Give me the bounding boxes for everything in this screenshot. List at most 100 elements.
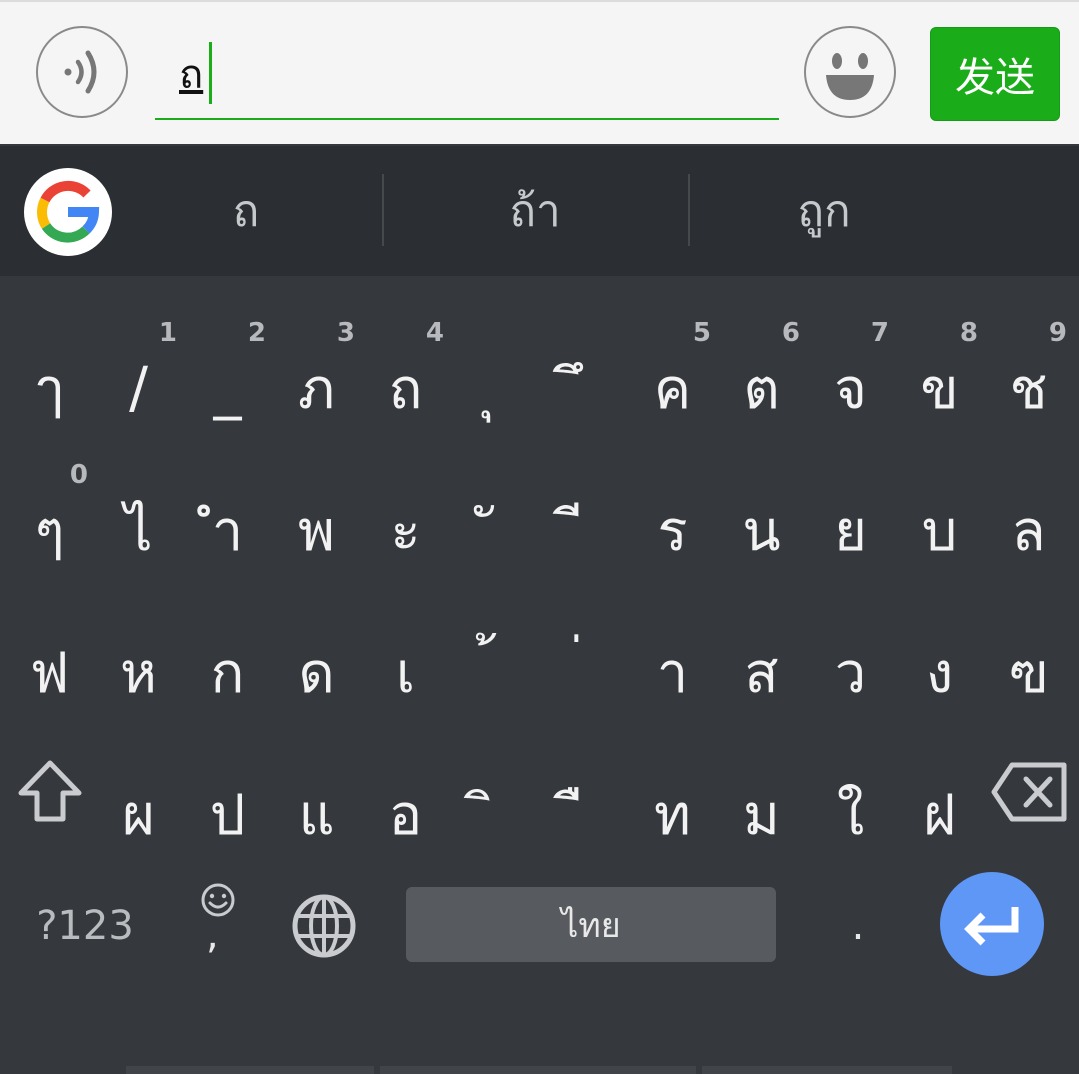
period-key[interactable]: .	[820, 876, 896, 976]
key-hint: 2	[247, 318, 266, 348]
key[interactable]: ใ	[806, 740, 895, 860]
key[interactable]: ๆ0	[5, 456, 94, 576]
key-char: ฃ	[1008, 640, 1049, 706]
chat-input-bar: ถ 发送	[0, 0, 1079, 144]
key-char: ข	[920, 356, 959, 422]
key[interactable]: ก	[183, 598, 272, 718]
key[interactable]: ว	[806, 598, 895, 718]
key[interactable]: จ7	[806, 314, 895, 434]
key-char: ว	[834, 640, 867, 706]
key[interactable]: ค5	[628, 314, 717, 434]
key-char: ๅ	[35, 356, 64, 422]
shift-key[interactable]	[5, 732, 94, 852]
backspace-key[interactable]	[985, 732, 1074, 852]
key[interactable]: ิ	[450, 740, 539, 860]
key[interactable]: ม	[717, 740, 806, 860]
key-char: ฟ	[29, 640, 70, 706]
virtual-keyboard: ๅ/1_2ภ3ถ4ุึค5ต6จ7ข8ช9 ๆ0ไำพะัีรนยบล ฟหกด…	[0, 276, 1079, 1074]
key[interactable]: ด	[272, 598, 361, 718]
key[interactable]: ่	[539, 598, 628, 718]
key[interactable]: _ 2	[183, 314, 272, 434]
key[interactable]: ถ4	[361, 314, 450, 434]
key[interactable]: ั	[450, 456, 539, 576]
voice-input-button[interactable]	[36, 26, 128, 118]
key[interactable]: /1	[94, 314, 183, 434]
key[interactable]: ฟ	[5, 598, 94, 718]
emoji-button[interactable]	[804, 26, 896, 118]
key[interactable]: อ	[361, 740, 450, 860]
key[interactable]: ุ	[450, 314, 539, 434]
key-char: า	[656, 640, 689, 706]
key-hint: 7	[870, 318, 889, 348]
key-char: ไ	[124, 498, 153, 564]
key[interactable]: ต6	[717, 314, 806, 434]
key[interactable]: ะ	[361, 456, 450, 576]
space-key[interactable]: ไทย	[406, 887, 776, 962]
message-input-text: ถ	[179, 52, 204, 98]
key[interactable]: ร	[628, 456, 717, 576]
key-hint: 0	[69, 460, 88, 490]
key[interactable]: ง	[895, 598, 984, 718]
key-hint: 4	[425, 318, 444, 348]
google-logo-button[interactable]	[24, 168, 112, 256]
key[interactable]: ช9	[984, 314, 1073, 434]
key[interactable]: ป	[183, 740, 272, 860]
language-switch-key[interactable]	[280, 876, 368, 976]
key[interactable]: ไ	[94, 456, 183, 576]
key[interactable]: ื	[539, 740, 628, 860]
key-char: _	[213, 355, 242, 421]
suggestion-item[interactable]: ถ	[112, 146, 380, 276]
key[interactable]: ำ	[183, 456, 272, 576]
key[interactable]: า	[628, 598, 717, 718]
key-char: ป	[209, 782, 246, 848]
key-char: อ	[388, 782, 423, 848]
symbols-key[interactable]: ?123	[20, 876, 150, 976]
enter-key[interactable]	[940, 872, 1044, 976]
google-g-icon	[37, 180, 100, 243]
key-char: ภ	[298, 356, 335, 422]
key[interactable]: บ	[895, 456, 984, 576]
key[interactable]: ้	[450, 598, 539, 718]
key[interactable]: ๅ	[5, 314, 94, 434]
globe-icon	[292, 894, 356, 958]
nav-segment	[126, 1066, 374, 1074]
key-char: ค	[653, 356, 692, 422]
key-char: แ	[298, 782, 335, 848]
key[interactable]: ฃ	[984, 598, 1073, 718]
key-char: ย	[834, 498, 867, 564]
key-char: ำ	[211, 498, 244, 564]
key[interactable]: เ	[361, 598, 450, 718]
key[interactable]: ล	[984, 456, 1073, 576]
key[interactable]: ฝ	[895, 740, 984, 860]
key-hint: 1	[158, 318, 177, 348]
key[interactable]: ึ	[539, 314, 628, 434]
key-char: ด	[298, 640, 335, 706]
key[interactable]: ห	[94, 598, 183, 718]
key[interactable]: ข8	[895, 314, 984, 434]
key[interactable]: ผ	[94, 740, 183, 860]
key-char: น	[742, 498, 781, 564]
key[interactable]: ี	[539, 456, 628, 576]
smiley-face-icon	[826, 53, 874, 100]
suggestion-item[interactable]: ถูก	[690, 146, 958, 276]
key-char: ห	[120, 640, 157, 706]
send-button[interactable]: 发送	[930, 27, 1060, 121]
emoji-comma-key[interactable]: ,	[180, 866, 256, 976]
key[interactable]: ส	[717, 598, 806, 718]
key[interactable]: พ	[272, 456, 361, 576]
key-char: ฝ	[923, 782, 956, 848]
key[interactable]: ย	[806, 456, 895, 576]
key-char: ก	[210, 640, 245, 706]
message-input[interactable]: ถ	[155, 32, 779, 120]
key-char: พ	[298, 498, 335, 564]
key-char: ล	[1011, 498, 1046, 564]
key-char: เ	[395, 640, 416, 706]
key-char: ง	[925, 640, 954, 706]
key[interactable]: แ	[272, 740, 361, 860]
suggestion-item[interactable]: ถ้า	[384, 146, 686, 276]
key[interactable]: น	[717, 456, 806, 576]
key-hint: 5	[692, 318, 711, 348]
key-hint: 8	[959, 318, 978, 348]
key[interactable]: ภ3	[272, 314, 361, 434]
key[interactable]: ท	[628, 740, 717, 860]
